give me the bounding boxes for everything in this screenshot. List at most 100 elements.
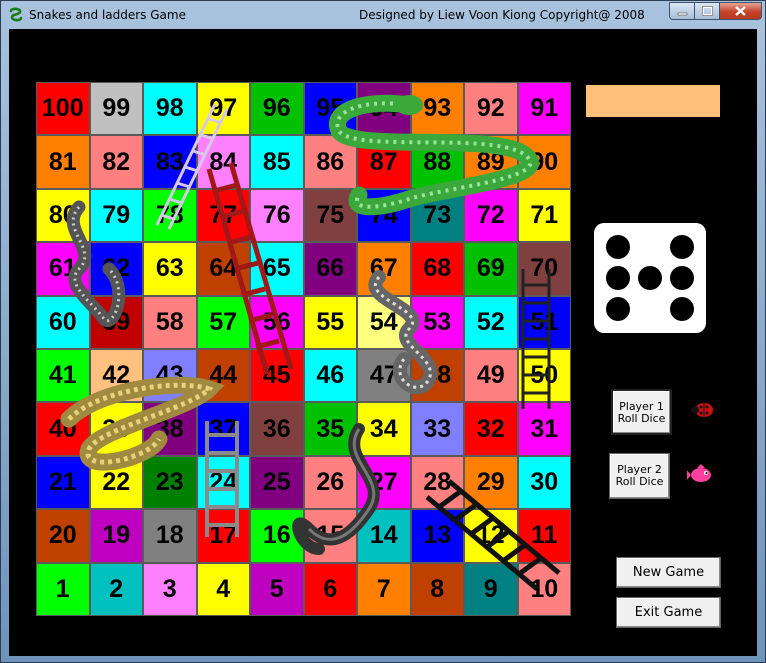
board-cell-29: 29 — [464, 455, 518, 510]
board-cell-26: 26 — [303, 455, 357, 510]
board-cell-27: 27 — [357, 455, 411, 510]
board-cell-80: 80 — [36, 188, 90, 243]
board-cell-86: 86 — [303, 135, 357, 189]
board-cell-1: 1 — [36, 562, 90, 616]
board-cell-50: 50 — [517, 348, 571, 403]
minimize-icon — [677, 12, 688, 16]
board-cell-74: 74 — [357, 188, 411, 243]
board-cell-48: 48 — [410, 348, 464, 403]
board-cell-44: 44 — [196, 348, 250, 403]
board-cell-87: 87 — [357, 135, 411, 189]
board-cell-90: 90 — [517, 135, 571, 189]
dice-pip — [670, 235, 694, 259]
new-game-button[interactable]: New Game — [616, 557, 721, 588]
board-cell-59: 59 — [89, 295, 143, 349]
close-button[interactable] — [719, 2, 762, 20]
board-cell-5: 5 — [250, 562, 304, 616]
board-cell-46: 46 — [303, 348, 357, 403]
board-cell-85: 85 — [250, 135, 304, 189]
board-cell-51: 51 — [517, 295, 571, 349]
board-cell-60: 60 — [36, 295, 90, 349]
player2-roll-label: Roll Dice — [615, 475, 664, 488]
board-cell-88: 88 — [410, 135, 464, 189]
board-cell-98: 98 — [143, 82, 197, 136]
board-cell-81: 81 — [36, 135, 90, 189]
board-cell-53: 53 — [410, 295, 464, 349]
snake-app-icon — [9, 7, 23, 22]
board-cell-65: 65 — [250, 242, 304, 296]
board-cell-30: 30 — [517, 455, 571, 510]
board-cell-99: 99 — [89, 82, 143, 136]
board-cell-66: 66 — [303, 242, 357, 296]
board-cell-6: 6 — [303, 562, 357, 616]
ladybug-icon — [691, 403, 713, 417]
title-bar[interactable]: Snakes and ladders Game Designed by Liew… — [1, 1, 765, 28]
board-cell-91: 91 — [517, 82, 571, 136]
board-cell-94: 94 — [357, 82, 411, 136]
board-cell-100: 100 — [36, 82, 90, 136]
board-cell-17: 17 — [196, 509, 250, 563]
maximize-button[interactable] — [694, 2, 720, 20]
board-cell-68: 68 — [410, 242, 464, 296]
close-icon — [735, 6, 746, 16]
board-cell-63: 63 — [143, 242, 197, 296]
board-cell-95: 95 — [303, 82, 357, 136]
board-cell-19: 19 — [89, 509, 143, 563]
board-cell-37: 37 — [196, 402, 250, 456]
board-cell-47: 47 — [357, 348, 411, 403]
dice-pip — [638, 266, 662, 290]
maximize-icon — [702, 6, 713, 16]
board-cell-9: 9 — [464, 562, 518, 616]
board-cell-35: 35 — [303, 402, 357, 456]
board-cell-10: 10 — [517, 562, 571, 616]
game-board: 100 99 98 97 96 95 94 93 92 91 81 82 83 84 85 86 87 88 89 9… — [36, 82, 571, 616]
board-cell-39: 39 — [89, 402, 143, 456]
board-cell-45: 45 — [250, 348, 304, 403]
board-cell-20: 20 — [36, 509, 90, 563]
board-cell-33: 33 — [410, 402, 464, 456]
board-cell-58: 58 — [143, 295, 197, 349]
board-cell-28: 28 — [410, 455, 464, 510]
exit-game-button[interactable]: Exit Game — [616, 597, 721, 628]
board-cell-16: 16 — [250, 509, 304, 563]
board-cell-38: 38 — [143, 402, 197, 456]
board-cell-56: 56 — [250, 295, 304, 349]
player1-roll-label: Roll Dice — [617, 412, 666, 425]
board-cell-72: 72 — [464, 188, 518, 243]
board-cell-31: 31 — [517, 402, 571, 456]
dice — [594, 223, 706, 333]
board-cell-14: 14 — [357, 509, 411, 563]
board-cell-12: 12 — [464, 509, 518, 563]
board-cell-83: 83 — [143, 135, 197, 189]
dice-pip — [606, 297, 630, 321]
board-cell-25: 25 — [250, 455, 304, 510]
board-cell-70: 70 — [517, 242, 571, 296]
board-cell-42: 42 — [89, 348, 143, 403]
board-cell-77: 77 — [196, 188, 250, 243]
player2-roll-dice-button[interactable]: Player 2 Roll Dice — [609, 453, 670, 499]
board-cell-23: 23 — [143, 455, 197, 510]
board-cell-71: 71 — [517, 188, 571, 243]
board-cell-92: 92 — [464, 82, 518, 136]
board-cell-22: 22 — [89, 455, 143, 510]
board-cell-78: 78 — [143, 188, 197, 243]
board-cell-55: 55 — [303, 295, 357, 349]
board-cell-36: 36 — [250, 402, 304, 456]
board-cell-89: 89 — [464, 135, 518, 189]
board-cell-15: 15 — [303, 509, 357, 563]
board-cell-4: 4 — [196, 562, 250, 616]
board-cell-69: 69 — [464, 242, 518, 296]
board-cell-73: 73 — [410, 188, 464, 243]
board-cell-54: 54 — [357, 295, 411, 349]
player1-roll-dice-button[interactable]: Player 1 Roll Dice — [611, 389, 672, 435]
board-cell-3: 3 — [143, 562, 197, 616]
board-cell-93: 93 — [410, 82, 464, 136]
board-cell-61: 61 — [36, 242, 90, 296]
board-cell-96: 96 — [250, 82, 304, 136]
board-cell-24: 24 — [196, 455, 250, 510]
board-cell-18: 18 — [143, 509, 197, 563]
minimize-button[interactable] — [669, 2, 695, 20]
board-cell-2: 2 — [89, 562, 143, 616]
board-cell-32: 32 — [464, 402, 518, 456]
game-area: 100 99 98 97 96 95 94 93 92 91 81 82 83 84 85 86 87 88 89 9… — [9, 29, 757, 656]
